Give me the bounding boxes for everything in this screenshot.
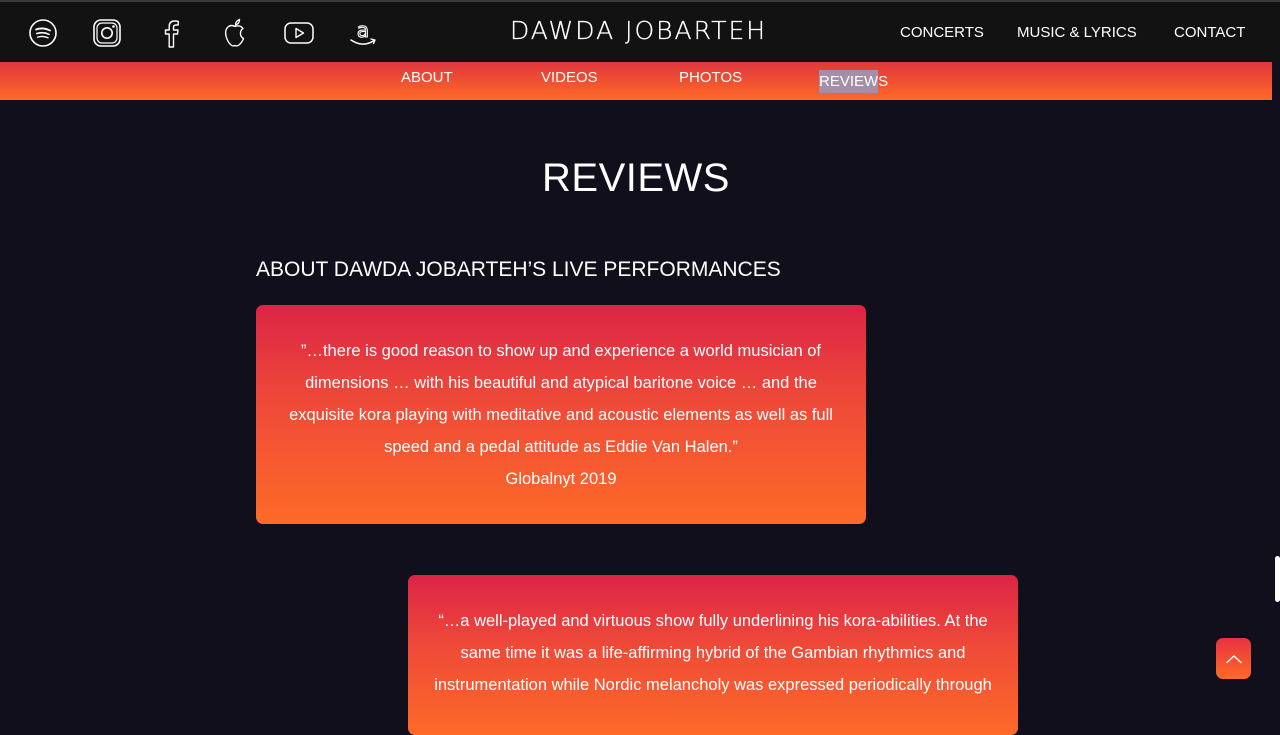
subnav-videos[interactable]: VIDEOS (541, 69, 598, 93)
spotify-icon[interactable] (26, 16, 60, 50)
site-logo[interactable]: DAWDA JOBARTEH (510, 16, 765, 45)
amazon-icon[interactable]: a (346, 16, 380, 50)
chevron-up-icon (1225, 654, 1242, 663)
nav-music-lyrics[interactable]: MUSIC & LYRICS (1017, 24, 1137, 41)
section-heading: ABOUT DAWDA JOBARTEH’S LIVE PERFORMANCES (256, 258, 781, 281)
instagram-icon[interactable] (90, 16, 124, 50)
review-source: Globalnyt 2019 (505, 470, 617, 488)
review-card: “…a well-played and virtuous show fully … (408, 575, 1018, 735)
youtube-icon[interactable] (282, 16, 316, 50)
svg-text:a: a (357, 18, 369, 42)
nav-contact[interactable]: CONTACT (1174, 24, 1245, 41)
facebook-icon[interactable] (154, 16, 188, 50)
top-header: a DAWDA JOBARTEH CONCERTS MUSIC & LYRICS… (0, 0, 1280, 62)
page-title: REVIEWS (542, 156, 730, 200)
section-subnav: ABOUT VIDEOS PHOTOS REVIEWS (0, 62, 1272, 100)
nav-concerts[interactable]: CONCERTS (900, 24, 984, 41)
scrollbar-thumb[interactable] (1275, 556, 1280, 602)
subnav-reviews-active[interactable]: REVIEWS (819, 70, 888, 93)
back-to-top-button[interactable] (1216, 638, 1251, 679)
review-quote: “…a well-played and virtuous show fully … (434, 612, 992, 694)
subnav-about[interactable]: ABOUT (401, 69, 453, 93)
review-card: ”…there is good reason to show up and ex… (256, 305, 866, 524)
review-quote: ”…there is good reason to show up and ex… (289, 342, 833, 456)
subnav-photos[interactable]: PHOTOS (679, 69, 742, 93)
apple-music-icon[interactable] (218, 16, 252, 50)
